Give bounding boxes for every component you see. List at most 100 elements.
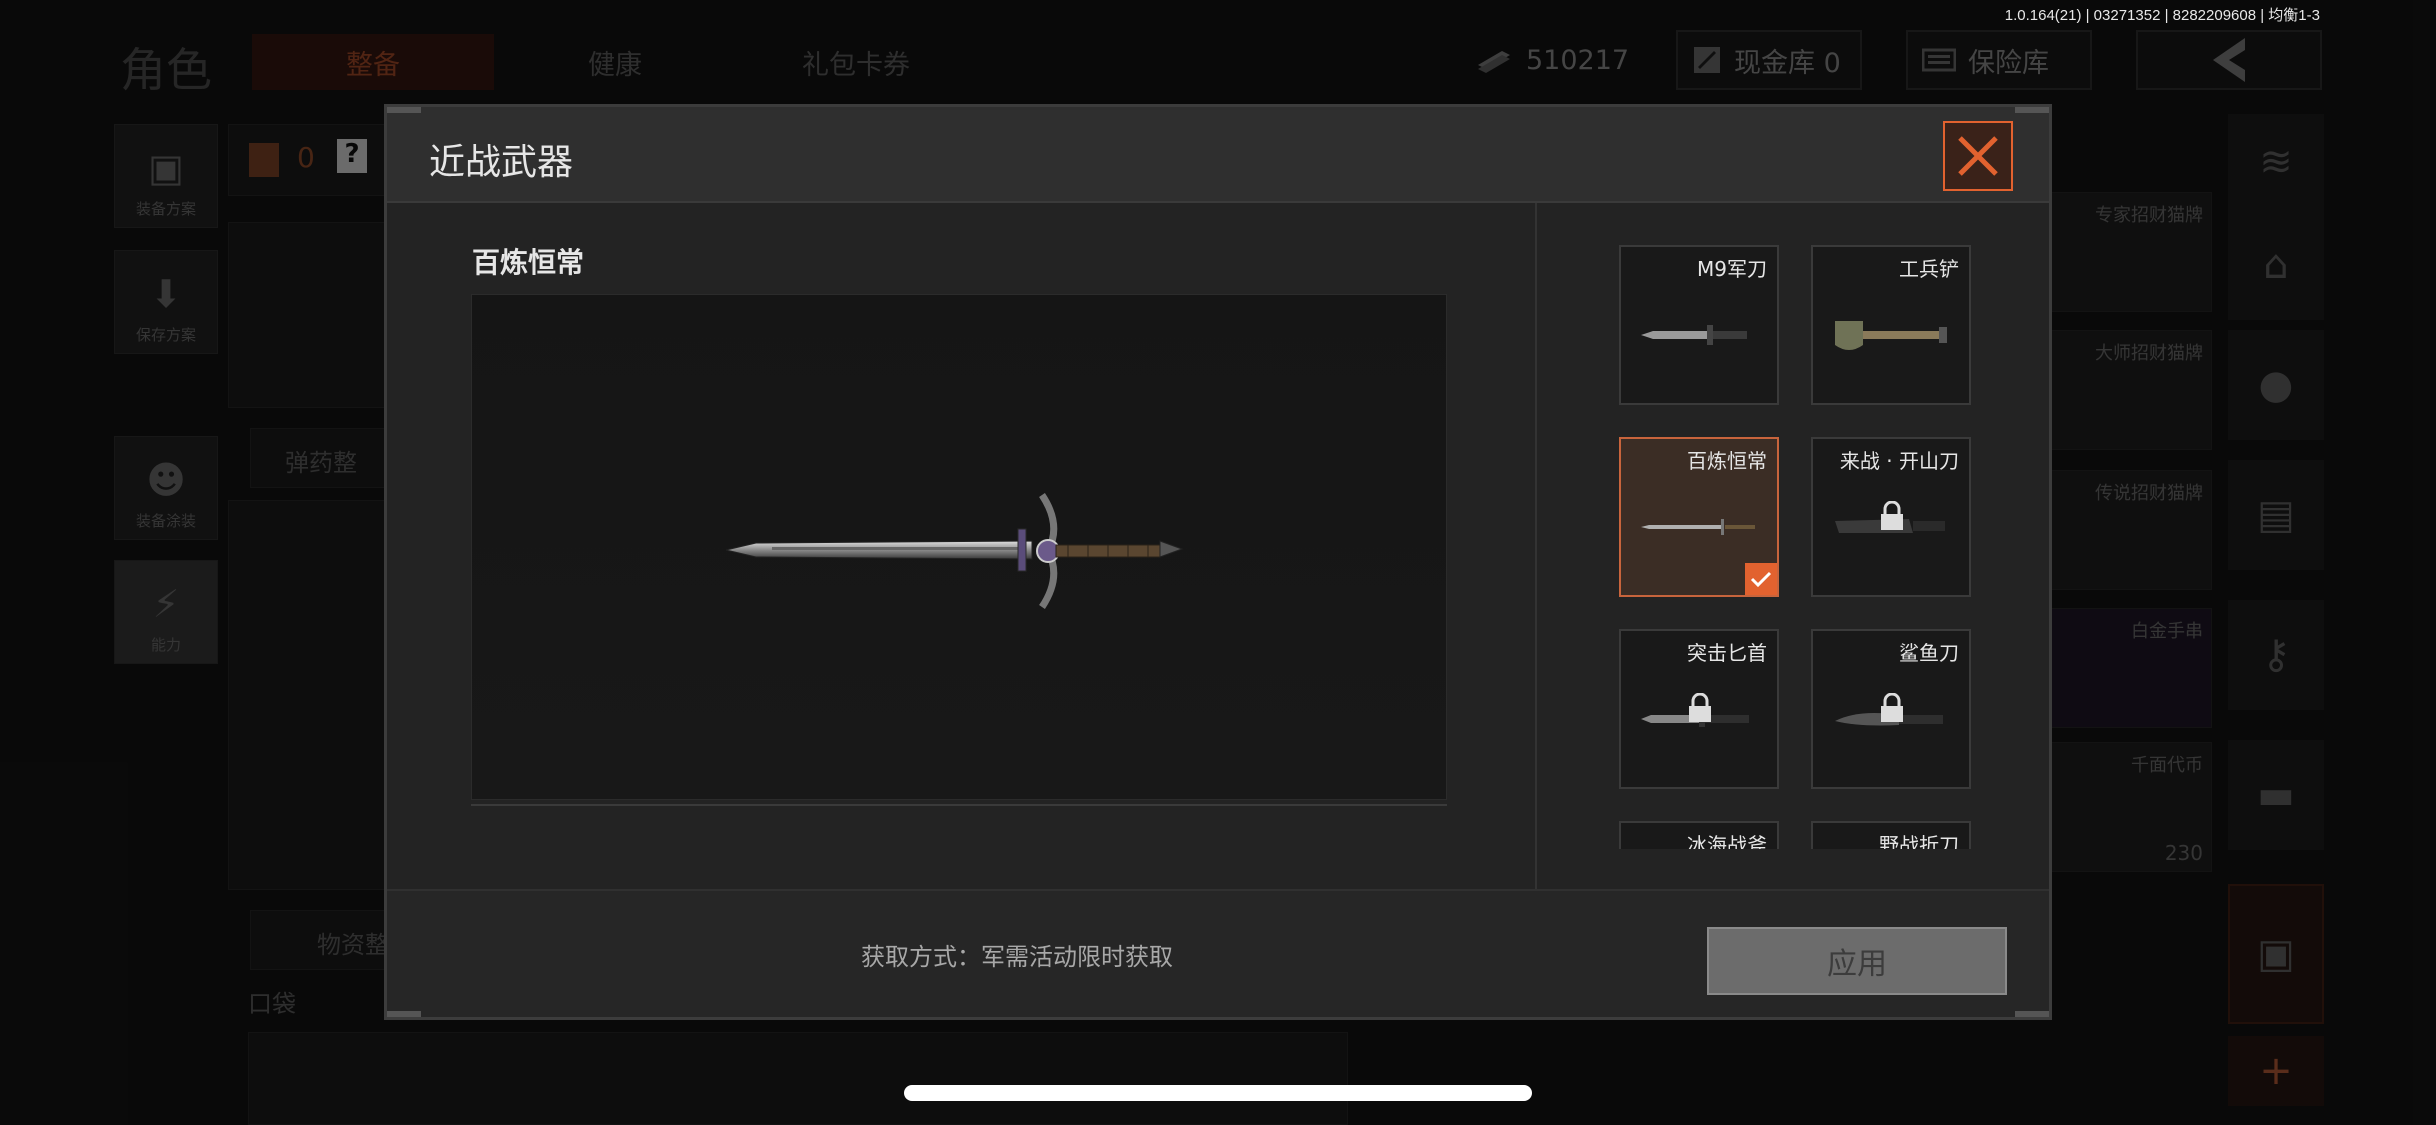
currency-amount: 510217 bbox=[1526, 44, 1630, 76]
supplies-section-label: 物资整 bbox=[317, 931, 389, 959]
melee-weapon-modal: 近战武器 百炼恒常 M9军刀 工兵铲 百炼恒常 来战 · 开山刀 突击匕首 鲨鱼… bbox=[384, 104, 2052, 1020]
sword-icon bbox=[1641, 519, 1755, 535]
weapon-item-bailian[interactable]: 百炼恒常 bbox=[1619, 437, 1779, 597]
tab-equip[interactable]: 整备 bbox=[252, 34, 494, 90]
corner-accent bbox=[2015, 107, 2049, 113]
bag-icon[interactable]: ▣ bbox=[2228, 884, 2324, 1024]
home-indicator[interactable] bbox=[904, 1085, 1532, 1101]
save-plan-button[interactable]: ⬇ 保存方案 bbox=[114, 250, 218, 354]
download-icon: ⬇ bbox=[150, 272, 182, 316]
lock-icon bbox=[1689, 693, 1711, 722]
platinum-bracelet[interactable]: 白金手串 bbox=[2050, 608, 2212, 728]
lock-icon bbox=[1881, 693, 1903, 722]
cash-stack-icon bbox=[1478, 51, 1510, 73]
weapon-preview bbox=[471, 294, 1447, 800]
vault-icon bbox=[1694, 47, 1720, 73]
corner-accent bbox=[387, 1011, 421, 1017]
right-item-count: 230 bbox=[2164, 841, 2203, 865]
equip-plan-label: 装备方案 bbox=[135, 200, 196, 218]
cash-vault-label: 现金库 0 bbox=[1734, 47, 1841, 79]
weapon-item-name: 野战折刀 bbox=[1879, 833, 1959, 849]
preview-weapon-name: 百炼恒常 bbox=[472, 246, 585, 279]
close-icon bbox=[1958, 136, 1998, 176]
ammo-section-header[interactable]: 弹药整 bbox=[250, 428, 390, 488]
cash-icon[interactable]: ▬ bbox=[2228, 740, 2324, 850]
insurance-vault-button[interactable]: 保险库 bbox=[1906, 30, 2092, 90]
lock-icon bbox=[1881, 501, 1903, 530]
weapon-item-ice-axe[interactable]: 冰海战斧 bbox=[1619, 821, 1779, 849]
version-text: 1.0.164(21) | 03271352 | 8282209608 | 均衡… bbox=[2004, 7, 2320, 24]
inventory-counter: 0 ? bbox=[228, 124, 388, 196]
page-title: 角色 bbox=[120, 43, 212, 97]
cash-vault-button[interactable]: 现金库 0 bbox=[1676, 30, 1862, 90]
medkit-icon[interactable]: ▤ bbox=[2228, 460, 2324, 570]
corner-accent bbox=[387, 107, 421, 113]
ammo-section-label: 弹药整 bbox=[285, 449, 357, 477]
weapon-item-machete[interactable]: 来战 · 开山刀 bbox=[1811, 437, 1971, 597]
plus-icon[interactable]: + bbox=[2228, 1036, 2324, 1106]
mask-token[interactable]: 千面代币 230 bbox=[2050, 742, 2212, 872]
inventory-count: 0 bbox=[297, 141, 315, 174]
weapon-item-name: 百炼恒常 bbox=[1687, 449, 1767, 473]
close-button[interactable] bbox=[1943, 121, 2013, 191]
modal-divider bbox=[1535, 203, 1537, 991]
weapon-item-name: 鲨鱼刀 bbox=[1899, 641, 1959, 665]
preview-underline bbox=[471, 804, 1447, 806]
apply-button[interactable]: 应用 bbox=[1707, 927, 2007, 995]
legend-cat-tag[interactable]: 传说招财猫牌 bbox=[2050, 470, 2212, 590]
weapon-item-shark-knife[interactable]: 鲨鱼刀 bbox=[1811, 629, 1971, 789]
weapon-item-name: 突击匕首 bbox=[1687, 641, 1767, 665]
expert-cat-tag[interactable]: 专家招财猫牌 bbox=[2050, 192, 2212, 312]
lightning-icon: ⚡ bbox=[152, 582, 180, 626]
tab-health[interactable]: 健康 bbox=[520, 34, 710, 90]
modal-header: 近战武器 bbox=[387, 107, 2049, 203]
save-plan-label: 保存方案 bbox=[135, 326, 196, 344]
weapon-item-folding-knife[interactable]: 野战折刀 bbox=[1811, 821, 1971, 849]
weapon-item-name: 冰海战斧 bbox=[1687, 833, 1767, 849]
ability-label: 能力 bbox=[150, 636, 181, 654]
shovel-icon bbox=[1835, 321, 1947, 350]
currency-display: 510217 bbox=[1474, 30, 1629, 90]
weapon-item-name: 来战 · 开山刀 bbox=[1839, 449, 1959, 473]
soldier-icon: ☻ bbox=[146, 458, 186, 502]
modal-title: 近战武器 bbox=[429, 142, 574, 183]
home-icon[interactable]: ⌂ bbox=[2228, 210, 2324, 320]
right-item-name: 大师招财猫牌 bbox=[2095, 343, 2203, 364]
safe-icon bbox=[1922, 48, 1956, 72]
right-item-name: 传说招财猫牌 bbox=[2095, 483, 2203, 504]
right-item-name: 白金手串 bbox=[2131, 621, 2203, 642]
right-item-name: 专家招财猫牌 bbox=[2095, 205, 2203, 226]
grenade-icon[interactable]: ● bbox=[2228, 330, 2324, 440]
insurance-vault-label: 保险库 bbox=[1968, 47, 2049, 79]
tab-gift-coupons[interactable]: 礼包卡券 bbox=[740, 34, 972, 90]
equip-slot-panel bbox=[228, 222, 388, 408]
back-button[interactable] bbox=[2136, 30, 2322, 90]
pocket-slots bbox=[248, 1032, 1348, 1125]
master-cat-tag[interactable]: 大师招财猫牌 bbox=[2050, 330, 2212, 450]
key-icon[interactable]: ⚷ bbox=[2228, 600, 2324, 710]
weapon-item-m9[interactable]: M9军刀 bbox=[1619, 245, 1779, 405]
equip-skin-button[interactable]: ☻ 装备涂装 bbox=[114, 436, 218, 540]
ability-button[interactable]: ⚡ 能力 bbox=[114, 560, 218, 664]
vest-icon: ▣ bbox=[148, 146, 184, 190]
equip-skin-label: 装备涂装 bbox=[135, 512, 196, 530]
bayonet-icon bbox=[1641, 325, 1747, 345]
ammo-panel bbox=[228, 500, 388, 890]
chevron-left-icon bbox=[2213, 38, 2245, 82]
equip-plan-button[interactable]: ▣ 装备方案 bbox=[114, 124, 218, 228]
supplies-section-header[interactable]: 物资整 bbox=[250, 910, 390, 970]
corner-accent bbox=[2015, 1011, 2049, 1017]
weapon-item-name: 工兵铲 bbox=[1899, 257, 1959, 281]
weapon-item-shovel[interactable]: 工兵铲 bbox=[1811, 245, 1971, 405]
modal-footer: 获取方式：军需活动限时获取 应用 bbox=[387, 889, 2049, 1017]
right-item-name: 千面代币 bbox=[2131, 755, 2203, 776]
weapon-item-name: M9军刀 bbox=[1697, 257, 1767, 281]
pocket-label: 口袋 bbox=[248, 990, 296, 1018]
weapon-item-assault-dagger[interactable]: 突击匕首 bbox=[1619, 629, 1779, 789]
selected-check-icon bbox=[1745, 563, 1777, 595]
layers-icon[interactable]: ≋ bbox=[2228, 114, 2324, 210]
sword-image bbox=[725, 493, 1184, 609]
help-icon[interactable]: ? bbox=[337, 139, 367, 173]
acquire-method-text: 获取方式：军需活动限时获取 bbox=[861, 943, 1173, 971]
backpack-icon bbox=[249, 143, 279, 177]
